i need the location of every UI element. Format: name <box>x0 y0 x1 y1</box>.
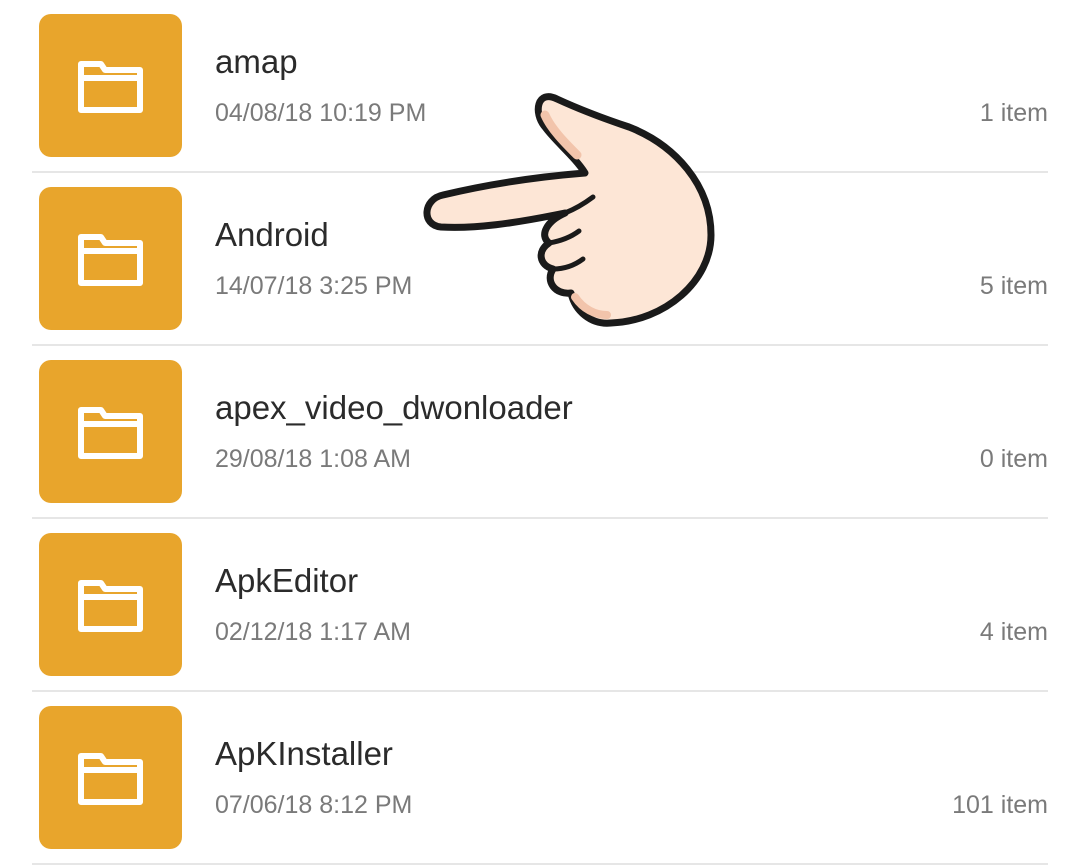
folder-tile <box>39 360 182 503</box>
folder-tile <box>39 706 182 849</box>
folder-item-count: 5 item <box>979 272 1048 300</box>
folder-name: apex_video_dwonloader <box>215 389 573 426</box>
row-divider <box>32 863 1048 865</box>
folder-row-apkinstaller[interactable]: ApKInstaller 07/06/18 8:12 PM 101 item <box>0 692 1080 865</box>
folder-icon <box>78 234 143 286</box>
folder-date: 02/12/18 1:17 AM <box>215 618 411 646</box>
folder-icon <box>78 407 143 459</box>
folder-row-apex-video-dwonloader[interactable]: apex_video_dwonloader 29/08/18 1:08 AM 0… <box>0 346 1080 519</box>
folder-tile <box>39 533 182 676</box>
folder-date: 04/08/18 10:19 PM <box>215 99 427 127</box>
folder-name: ApkEditor <box>215 562 359 599</box>
folder-icon <box>78 61 143 113</box>
folder-name: Android <box>215 216 329 253</box>
folder-tile <box>39 187 182 330</box>
file-browser: amap 04/08/18 10:19 PM 1 item Android 14… <box>0 0 1080 866</box>
folder-item-count: 1 item <box>979 99 1048 127</box>
folder-item-count: 0 item <box>979 445 1048 473</box>
folder-name: amap <box>215 43 298 80</box>
folder-tile <box>39 14 182 157</box>
folder-row-amap[interactable]: amap 04/08/18 10:19 PM 1 item <box>0 0 1080 173</box>
folder-row-android[interactable]: Android 14/07/18 3:25 PM 5 item <box>0 173 1080 346</box>
folder-name: ApKInstaller <box>215 735 393 772</box>
folder-date: 29/08/18 1:08 AM <box>215 445 411 473</box>
folder-item-count: 4 item <box>979 618 1048 646</box>
folder-icon <box>78 753 143 805</box>
folder-item-count: 101 item <box>952 791 1048 819</box>
folder-date: 14/07/18 3:25 PM <box>215 272 413 300</box>
folder-row-apkeditor[interactable]: ApkEditor 02/12/18 1:17 AM 4 item <box>0 519 1080 692</box>
folder-icon <box>78 580 143 632</box>
folder-date: 07/06/18 8:12 PM <box>215 791 413 819</box>
